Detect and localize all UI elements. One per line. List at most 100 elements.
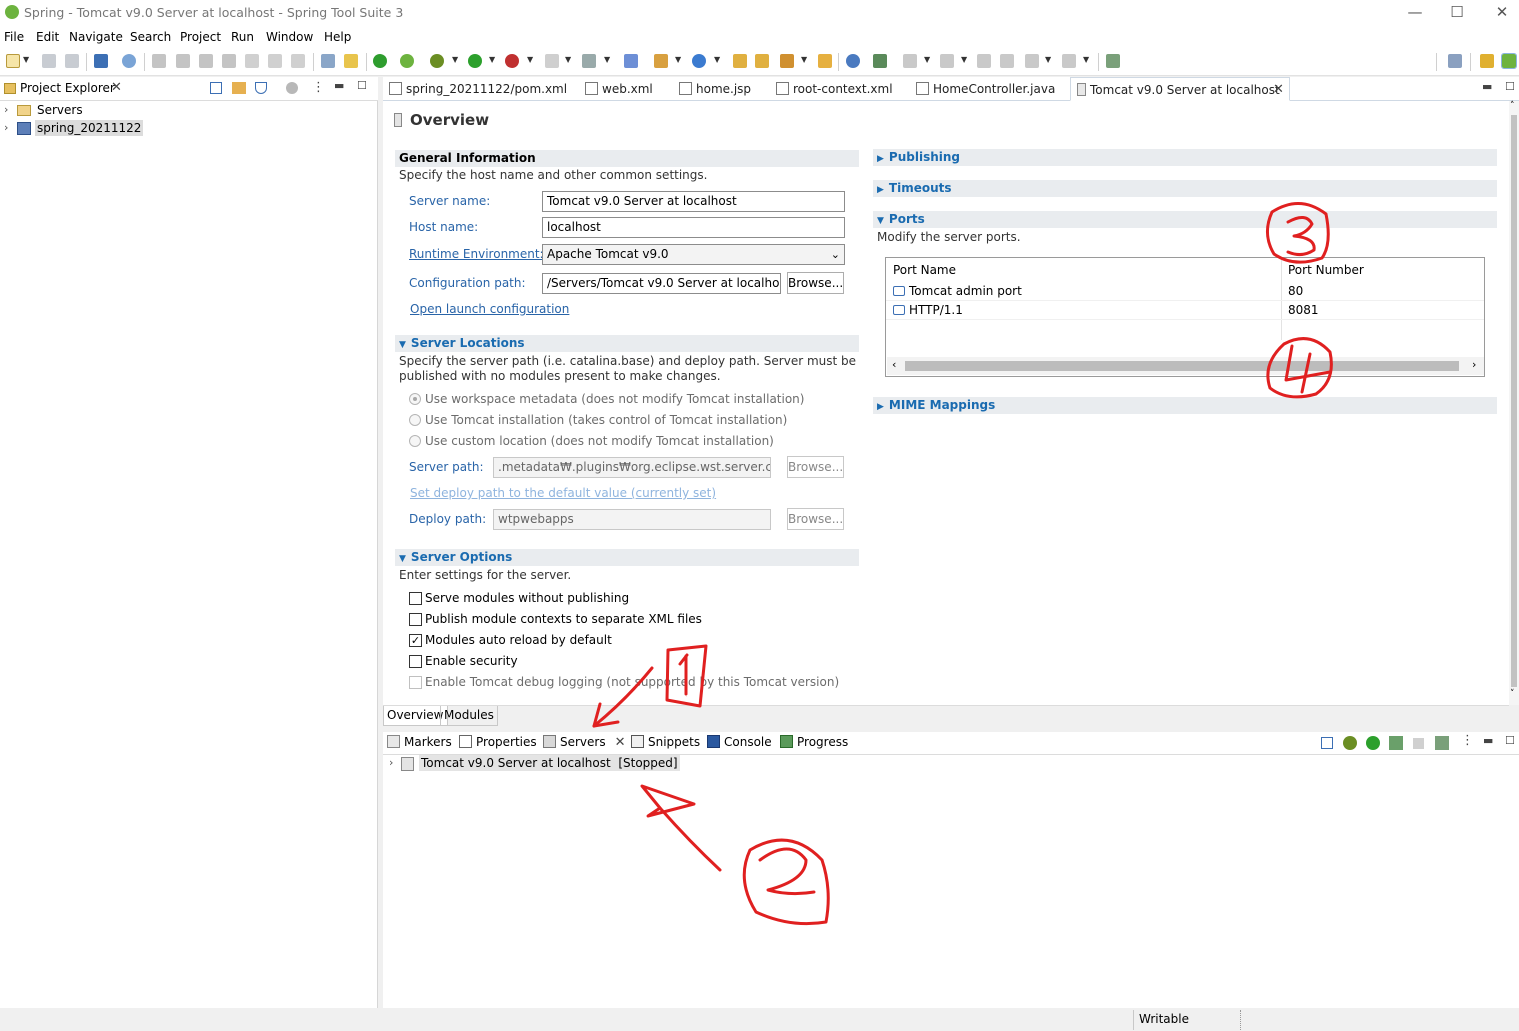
maximize-view-icon[interactable]: ☐ [357, 79, 367, 92]
editor-tab-home-controller[interactable]: HomeController.java [916, 77, 1066, 101]
tree-item-servers[interactable]: › Servers [0, 102, 378, 120]
terminate-icon[interactable] [199, 54, 213, 68]
serve-modules-checkbox[interactable] [409, 592, 422, 605]
link-with-editor-icon[interactable] [232, 82, 246, 94]
workspace-metadata-radio[interactable] [409, 393, 421, 405]
port-number-cell[interactable]: 8081 [1288, 303, 1319, 317]
host-name-field[interactable]: localhost [542, 217, 845, 238]
deploy-icon[interactable] [582, 54, 596, 68]
collapse-all-icon[interactable] [1321, 737, 1333, 749]
chevron-down-icon[interactable]: ▼ [527, 55, 533, 64]
tomcat-installation-radio[interactable] [409, 414, 421, 426]
server-name-field[interactable]: Tomcat v9.0 Server at localhost [542, 191, 845, 212]
table-row[interactable]: HTTP/1.1 8081 [886, 301, 1484, 320]
maximize-button[interactable]: ☐ [1434, 0, 1480, 26]
chevron-down-icon[interactable]: ▼ [924, 55, 930, 64]
deploy-path-browse-button[interactable]: Browse... [787, 508, 844, 530]
tab-properties[interactable]: Properties [459, 735, 537, 749]
close-icon[interactable]: ✕ [1273, 78, 1284, 102]
run-icon[interactable] [468, 54, 482, 68]
globe-icon[interactable] [846, 54, 860, 68]
pin-editor-icon[interactable] [1106, 54, 1120, 68]
runtime-environment-select[interactable]: Apache Tomcat v9.0 ⌄ [542, 244, 845, 265]
editor-tab-pom[interactable]: spring_20211122/pom.xml [389, 77, 577, 101]
chevron-right-icon[interactable]: › [4, 103, 8, 116]
editor-tab-home-jsp[interactable]: home.jsp [679, 77, 769, 101]
editor-tab-root-context[interactable]: root-context.xml [776, 77, 906, 101]
menu-edit[interactable]: Edit [36, 30, 59, 44]
chevron-down-icon[interactable]: ▼ [1083, 55, 1089, 64]
editor-vertical-scrollbar[interactable]: ˄ ˅ [1509, 101, 1519, 705]
chevron-down-icon[interactable]: ▼ [565, 55, 571, 64]
step-over-icon[interactable] [268, 54, 282, 68]
view-menu-icon[interactable]: ⋮ [1461, 733, 1474, 748]
open-folder-icon[interactable] [818, 54, 832, 68]
chevron-right-icon[interactable]: › [389, 756, 393, 769]
use-step-filters-icon[interactable] [321, 54, 335, 68]
horizontal-scrollbar[interactable]: ‹ › [887, 357, 1484, 375]
focus-icon[interactable] [286, 82, 298, 94]
chevron-down-icon[interactable]: ▼ [1045, 55, 1051, 64]
table-row[interactable]: Tomcat admin port 80 [886, 282, 1484, 301]
configuration-path-field[interactable]: /Servers/Tomcat v9.0 Server at localhost… [542, 273, 781, 294]
pin-icon[interactable] [780, 54, 794, 68]
open-launch-configuration-link[interactable]: Open launch configuration [410, 302, 569, 316]
debug-server-icon[interactable] [1343, 736, 1357, 750]
timeouts-header[interactable]: ▶ Timeouts [873, 180, 1497, 197]
tab-console[interactable]: Console [707, 735, 772, 749]
editor-tab-tomcat-server[interactable]: Tomcat v9.0 Server at localhost ✕ [1070, 77, 1290, 101]
wizard-icon[interactable] [344, 54, 358, 68]
new-icon[interactable] [6, 54, 20, 68]
spring-perspective-icon[interactable] [1501, 53, 1517, 69]
project-explorer-tab[interactable]: Project Explorer [20, 81, 115, 95]
open-console-icon[interactable] [94, 54, 108, 68]
modules-page-tab[interactable]: Modules [440, 706, 498, 726]
minimize-view-icon[interactable]: ▬ [1483, 734, 1493, 747]
open-perspective-icon[interactable] [1448, 54, 1462, 68]
scroll-up-icon[interactable]: ˄ [1510, 101, 1515, 111]
spring-refresh-icon[interactable] [400, 54, 414, 68]
new-package-icon[interactable] [654, 54, 668, 68]
next-annotation-icon[interactable] [903, 54, 917, 68]
chevron-down-icon[interactable]: ▼ [489, 55, 495, 64]
prev-annotation-icon[interactable] [940, 54, 954, 68]
chevron-right-icon[interactable]: › [4, 121, 8, 134]
chevron-down-icon[interactable]: ▼ [604, 55, 610, 64]
chevron-down-icon[interactable]: ▼ [801, 55, 807, 64]
debug-logging-checkbox[interactable] [409, 676, 422, 689]
publishing-header[interactable]: ▶ Publishing [873, 149, 1497, 166]
menu-search[interactable]: Search [130, 30, 171, 44]
configuration-browse-button[interactable]: Browse... [787, 272, 844, 294]
runtime-environment-link[interactable]: Runtime Environment: [409, 247, 544, 261]
suspend-icon[interactable] [176, 54, 190, 68]
publish-contexts-checkbox[interactable] [409, 613, 422, 626]
minimize-button[interactable]: — [1392, 0, 1438, 26]
spring-boot-icon[interactable] [373, 54, 387, 68]
menu-help[interactable]: Help [324, 30, 351, 44]
menu-navigate[interactable]: Navigate [69, 30, 123, 44]
skip-breakpoints-icon[interactable] [122, 54, 136, 68]
new-class-icon[interactable] [692, 54, 706, 68]
overview-page-tab[interactable]: Overview [383, 706, 448, 726]
editor-tab-web-xml[interactable]: web.xml [585, 77, 669, 101]
debug-icon[interactable] [430, 54, 444, 68]
scrollbar-thumb[interactable] [905, 361, 1459, 371]
tab-servers[interactable]: Servers ✕ [541, 735, 632, 750]
back-arrow-icon[interactable] [1025, 54, 1039, 68]
save-icon[interactable] [42, 54, 56, 68]
scroll-left-icon[interactable]: ‹ [892, 358, 896, 371]
last-edit-icon[interactable] [977, 54, 991, 68]
close-icon[interactable]: ✕ [111, 80, 122, 95]
scroll-right-icon[interactable]: › [1472, 358, 1476, 371]
chevron-down-icon[interactable]: ▼ [23, 55, 29, 64]
set-deploy-path-link[interactable]: Set deploy path to the default value (cu… [410, 486, 716, 500]
tree-item-spring-project[interactable]: › spring_20211122 [0, 120, 378, 138]
ports-header[interactable]: ▼ Ports [873, 211, 1497, 228]
minimize-view-icon[interactable]: ▬ [334, 79, 344, 92]
server-path-browse-button[interactable]: Browse... [787, 456, 844, 478]
disconnect-icon[interactable] [222, 54, 236, 68]
maximize-view-icon[interactable]: ☐ [1505, 734, 1515, 747]
close-icon[interactable]: ✕ [615, 735, 626, 750]
menu-project[interactable]: Project [180, 30, 221, 44]
filter-icon[interactable] [255, 82, 267, 94]
